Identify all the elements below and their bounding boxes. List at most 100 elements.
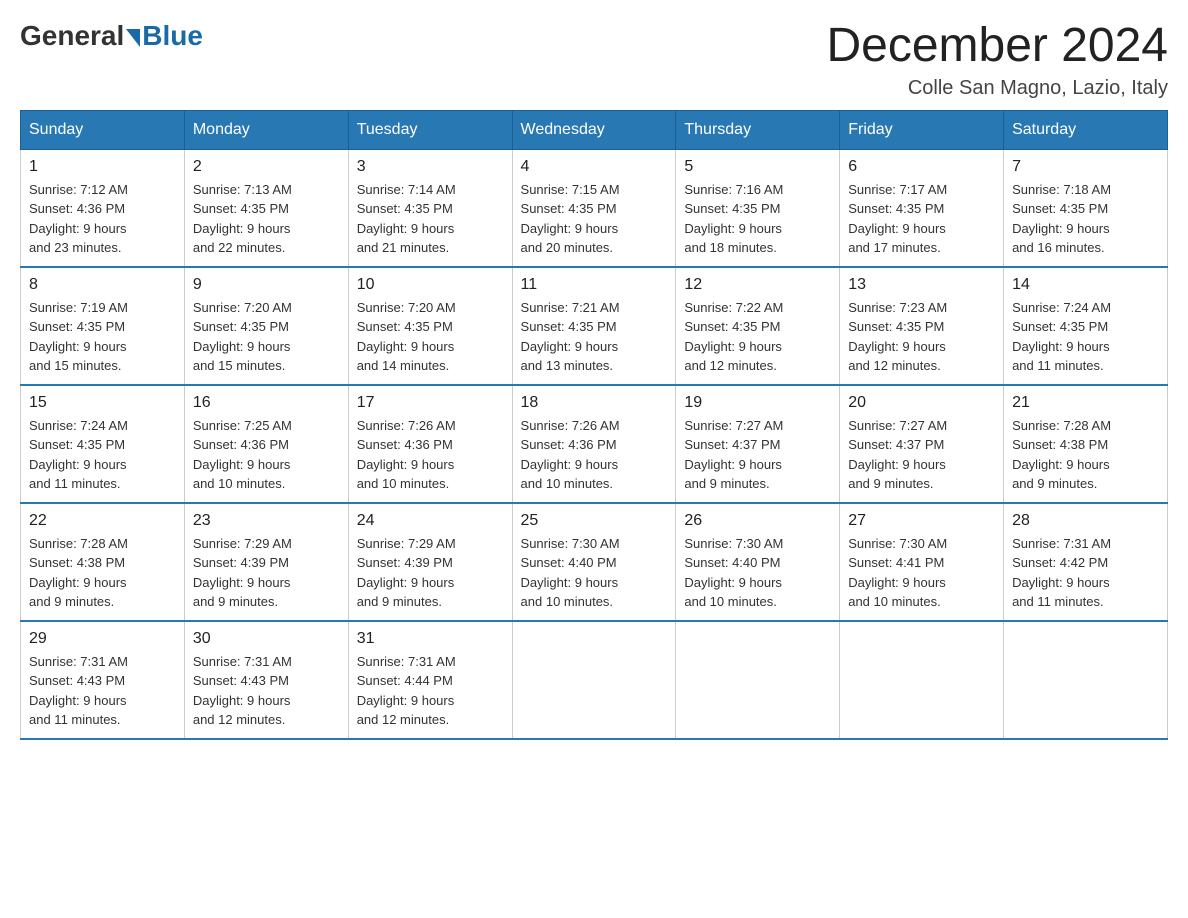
calendar-cell: 7 Sunrise: 7:18 AMSunset: 4:35 PMDaylight… — [1004, 149, 1168, 267]
day-number: 11 — [521, 276, 668, 294]
day-info: Sunrise: 7:17 AMSunset: 4:35 PMDaylight:… — [848, 180, 995, 258]
calendar-cell: 10 Sunrise: 7:20 AMSunset: 4:35 PMDayligh… — [348, 267, 512, 385]
calendar-table: Sunday Monday Tuesday Wednesday Thursday… — [20, 110, 1168, 740]
day-number: 16 — [193, 394, 340, 412]
location-text: Colle San Magno, Lazio, Italy — [826, 77, 1168, 100]
day-number: 27 — [848, 512, 995, 530]
day-number: 7 — [1012, 158, 1159, 176]
calendar-cell: 26 Sunrise: 7:30 AMSunset: 4:40 PMDayligh… — [676, 503, 840, 621]
day-info: Sunrise: 7:31 AMSunset: 4:44 PMDaylight:… — [357, 652, 504, 730]
day-number: 31 — [357, 630, 504, 648]
day-number: 30 — [193, 630, 340, 648]
day-info: Sunrise: 7:20 AMSunset: 4:35 PMDaylight:… — [357, 298, 504, 376]
col-friday: Friday — [840, 110, 1004, 149]
day-info: Sunrise: 7:20 AMSunset: 4:35 PMDaylight:… — [193, 298, 340, 376]
day-number: 23 — [193, 512, 340, 530]
day-info: Sunrise: 7:31 AMSunset: 4:42 PMDaylight:… — [1012, 534, 1159, 612]
day-number: 1 — [29, 158, 176, 176]
calendar-week-2: 8 Sunrise: 7:19 AMSunset: 4:35 PMDaylight… — [21, 267, 1168, 385]
calendar-cell: 13Sunrise: 7:23 AMSunset: 4:35 PMDayligh… — [840, 267, 1004, 385]
page-header: General Blue December 2024 Colle San Mag… — [20, 20, 1168, 100]
col-saturday: Saturday — [1004, 110, 1168, 149]
calendar-cell — [676, 621, 840, 739]
header-row: Sunday Monday Tuesday Wednesday Thursday… — [21, 110, 1168, 149]
day-number: 29 — [29, 630, 176, 648]
day-info: Sunrise: 7:24 AMSunset: 4:35 PMDaylight:… — [29, 416, 176, 494]
day-number: 3 — [357, 158, 504, 176]
calendar-cell: 1Sunrise: 7:12 AMSunset: 4:36 PMDaylight… — [21, 149, 185, 267]
calendar-cell — [1004, 621, 1168, 739]
calendar-cell: 16 Sunrise: 7:25 AMSunset: 4:36 PMDayligh… — [184, 385, 348, 503]
title-block: December 2024 Colle San Magno, Lazio, It… — [826, 20, 1168, 100]
day-number: 24 — [357, 512, 504, 530]
calendar-cell: 25Sunrise: 7:30 AMSunset: 4:40 PMDayligh… — [512, 503, 676, 621]
day-number: 26 — [684, 512, 831, 530]
month-title: December 2024 — [826, 20, 1168, 73]
day-number: 4 — [521, 158, 668, 176]
day-info: Sunrise: 7:26 AMSunset: 4:36 PMDaylight:… — [521, 416, 668, 494]
day-number: 21 — [1012, 394, 1159, 412]
calendar-week-1: 1Sunrise: 7:12 AMSunset: 4:36 PMDaylight… — [21, 149, 1168, 267]
calendar-cell: 9Sunrise: 7:20 AMSunset: 4:35 PMDaylight… — [184, 267, 348, 385]
day-number: 18 — [521, 394, 668, 412]
day-info: Sunrise: 7:16 AMSunset: 4:35 PMDaylight:… — [684, 180, 831, 258]
calendar-cell: 6 Sunrise: 7:17 AMSunset: 4:35 PMDaylight… — [840, 149, 1004, 267]
day-info: Sunrise: 7:26 AMSunset: 4:36 PMDaylight:… — [357, 416, 504, 494]
day-number: 5 — [684, 158, 831, 176]
day-info: Sunrise: 7:29 AMSunset: 4:39 PMDaylight:… — [193, 534, 340, 612]
day-info: Sunrise: 7:25 AMSunset: 4:36 PMDaylight:… — [193, 416, 340, 494]
day-number: 17 — [357, 394, 504, 412]
day-info: Sunrise: 7:27 AMSunset: 4:37 PMDaylight:… — [684, 416, 831, 494]
calendar-week-4: 22 Sunrise: 7:28 AMSunset: 4:38 PMDayligh… — [21, 503, 1168, 621]
day-number: 20 — [848, 394, 995, 412]
day-number: 12 — [684, 276, 831, 294]
day-info: Sunrise: 7:19 AMSunset: 4:35 PMDaylight:… — [29, 298, 176, 376]
day-number: 15 — [29, 394, 176, 412]
day-info: Sunrise: 7:30 AMSunset: 4:40 PMDaylight:… — [521, 534, 668, 612]
day-info: Sunrise: 7:21 AMSunset: 4:35 PMDaylight:… — [521, 298, 668, 376]
calendar-cell: 5 Sunrise: 7:16 AMSunset: 4:35 PMDaylight… — [676, 149, 840, 267]
calendar-cell: 12Sunrise: 7:22 AMSunset: 4:35 PMDayligh… — [676, 267, 840, 385]
day-info: Sunrise: 7:30 AMSunset: 4:41 PMDaylight:… — [848, 534, 995, 612]
calendar-cell: 23 Sunrise: 7:29 AMSunset: 4:39 PMDayligh… — [184, 503, 348, 621]
day-number: 10 — [357, 276, 504, 294]
day-number: 13 — [848, 276, 995, 294]
day-number: 8 — [29, 276, 176, 294]
day-info: Sunrise: 7:29 AMSunset: 4:39 PMDaylight:… — [357, 534, 504, 612]
day-info: Sunrise: 7:15 AMSunset: 4:35 PMDaylight:… — [521, 180, 668, 258]
calendar-cell: 14 Sunrise: 7:24 AMSunset: 4:35 PMDayligh… — [1004, 267, 1168, 385]
day-number: 6 — [848, 158, 995, 176]
calendar-cell: 3Sunrise: 7:14 AMSunset: 4:35 PMDaylight… — [348, 149, 512, 267]
day-number: 28 — [1012, 512, 1159, 530]
calendar-cell — [512, 621, 676, 739]
logo-general-text: General — [20, 20, 124, 52]
day-info: Sunrise: 7:27 AMSunset: 4:37 PMDaylight:… — [848, 416, 995, 494]
day-number: 14 — [1012, 276, 1159, 294]
calendar-cell: 21 Sunrise: 7:28 AMSunset: 4:38 PMDayligh… — [1004, 385, 1168, 503]
calendar-cell: 27 Sunrise: 7:30 AMSunset: 4:41 PMDayligh… — [840, 503, 1004, 621]
day-info: Sunrise: 7:30 AMSunset: 4:40 PMDaylight:… — [684, 534, 831, 612]
calendar-cell: 17 Sunrise: 7:26 AMSunset: 4:36 PMDayligh… — [348, 385, 512, 503]
day-info: Sunrise: 7:28 AMSunset: 4:38 PMDaylight:… — [1012, 416, 1159, 494]
calendar-cell: 20 Sunrise: 7:27 AMSunset: 4:37 PMDayligh… — [840, 385, 1004, 503]
day-info: Sunrise: 7:13 AMSunset: 4:35 PMDaylight:… — [193, 180, 340, 258]
calendar-cell — [840, 621, 1004, 739]
day-info: Sunrise: 7:28 AMSunset: 4:38 PMDaylight:… — [29, 534, 176, 612]
day-info: Sunrise: 7:18 AMSunset: 4:35 PMDaylight:… — [1012, 180, 1159, 258]
calendar-cell: 11 Sunrise: 7:21 AMSunset: 4:35 PMDayligh… — [512, 267, 676, 385]
calendar-cell: 29 Sunrise: 7:31 AMSunset: 4:43 PMDayligh… — [21, 621, 185, 739]
day-number: 19 — [684, 394, 831, 412]
calendar-cell: 28 Sunrise: 7:31 AMSunset: 4:42 PMDayligh… — [1004, 503, 1168, 621]
calendar-cell: 19 Sunrise: 7:27 AMSunset: 4:37 PMDayligh… — [676, 385, 840, 503]
col-monday: Monday — [184, 110, 348, 149]
calendar-body: 1Sunrise: 7:12 AMSunset: 4:36 PMDaylight… — [21, 149, 1168, 739]
calendar-cell: 31 Sunrise: 7:31 AMSunset: 4:44 PMDayligh… — [348, 621, 512, 739]
day-info: Sunrise: 7:24 AMSunset: 4:35 PMDaylight:… — [1012, 298, 1159, 376]
col-thursday: Thursday — [676, 110, 840, 149]
calendar-week-5: 29 Sunrise: 7:31 AMSunset: 4:43 PMDayligh… — [21, 621, 1168, 739]
day-number: 22 — [29, 512, 176, 530]
calendar-header: Sunday Monday Tuesday Wednesday Thursday… — [21, 110, 1168, 149]
day-info: Sunrise: 7:31 AMSunset: 4:43 PMDaylight:… — [29, 652, 176, 730]
calendar-week-3: 15 Sunrise: 7:24 AMSunset: 4:35 PMDayligh… — [21, 385, 1168, 503]
calendar-cell: 2Sunrise: 7:13 AMSunset: 4:35 PMDaylight… — [184, 149, 348, 267]
